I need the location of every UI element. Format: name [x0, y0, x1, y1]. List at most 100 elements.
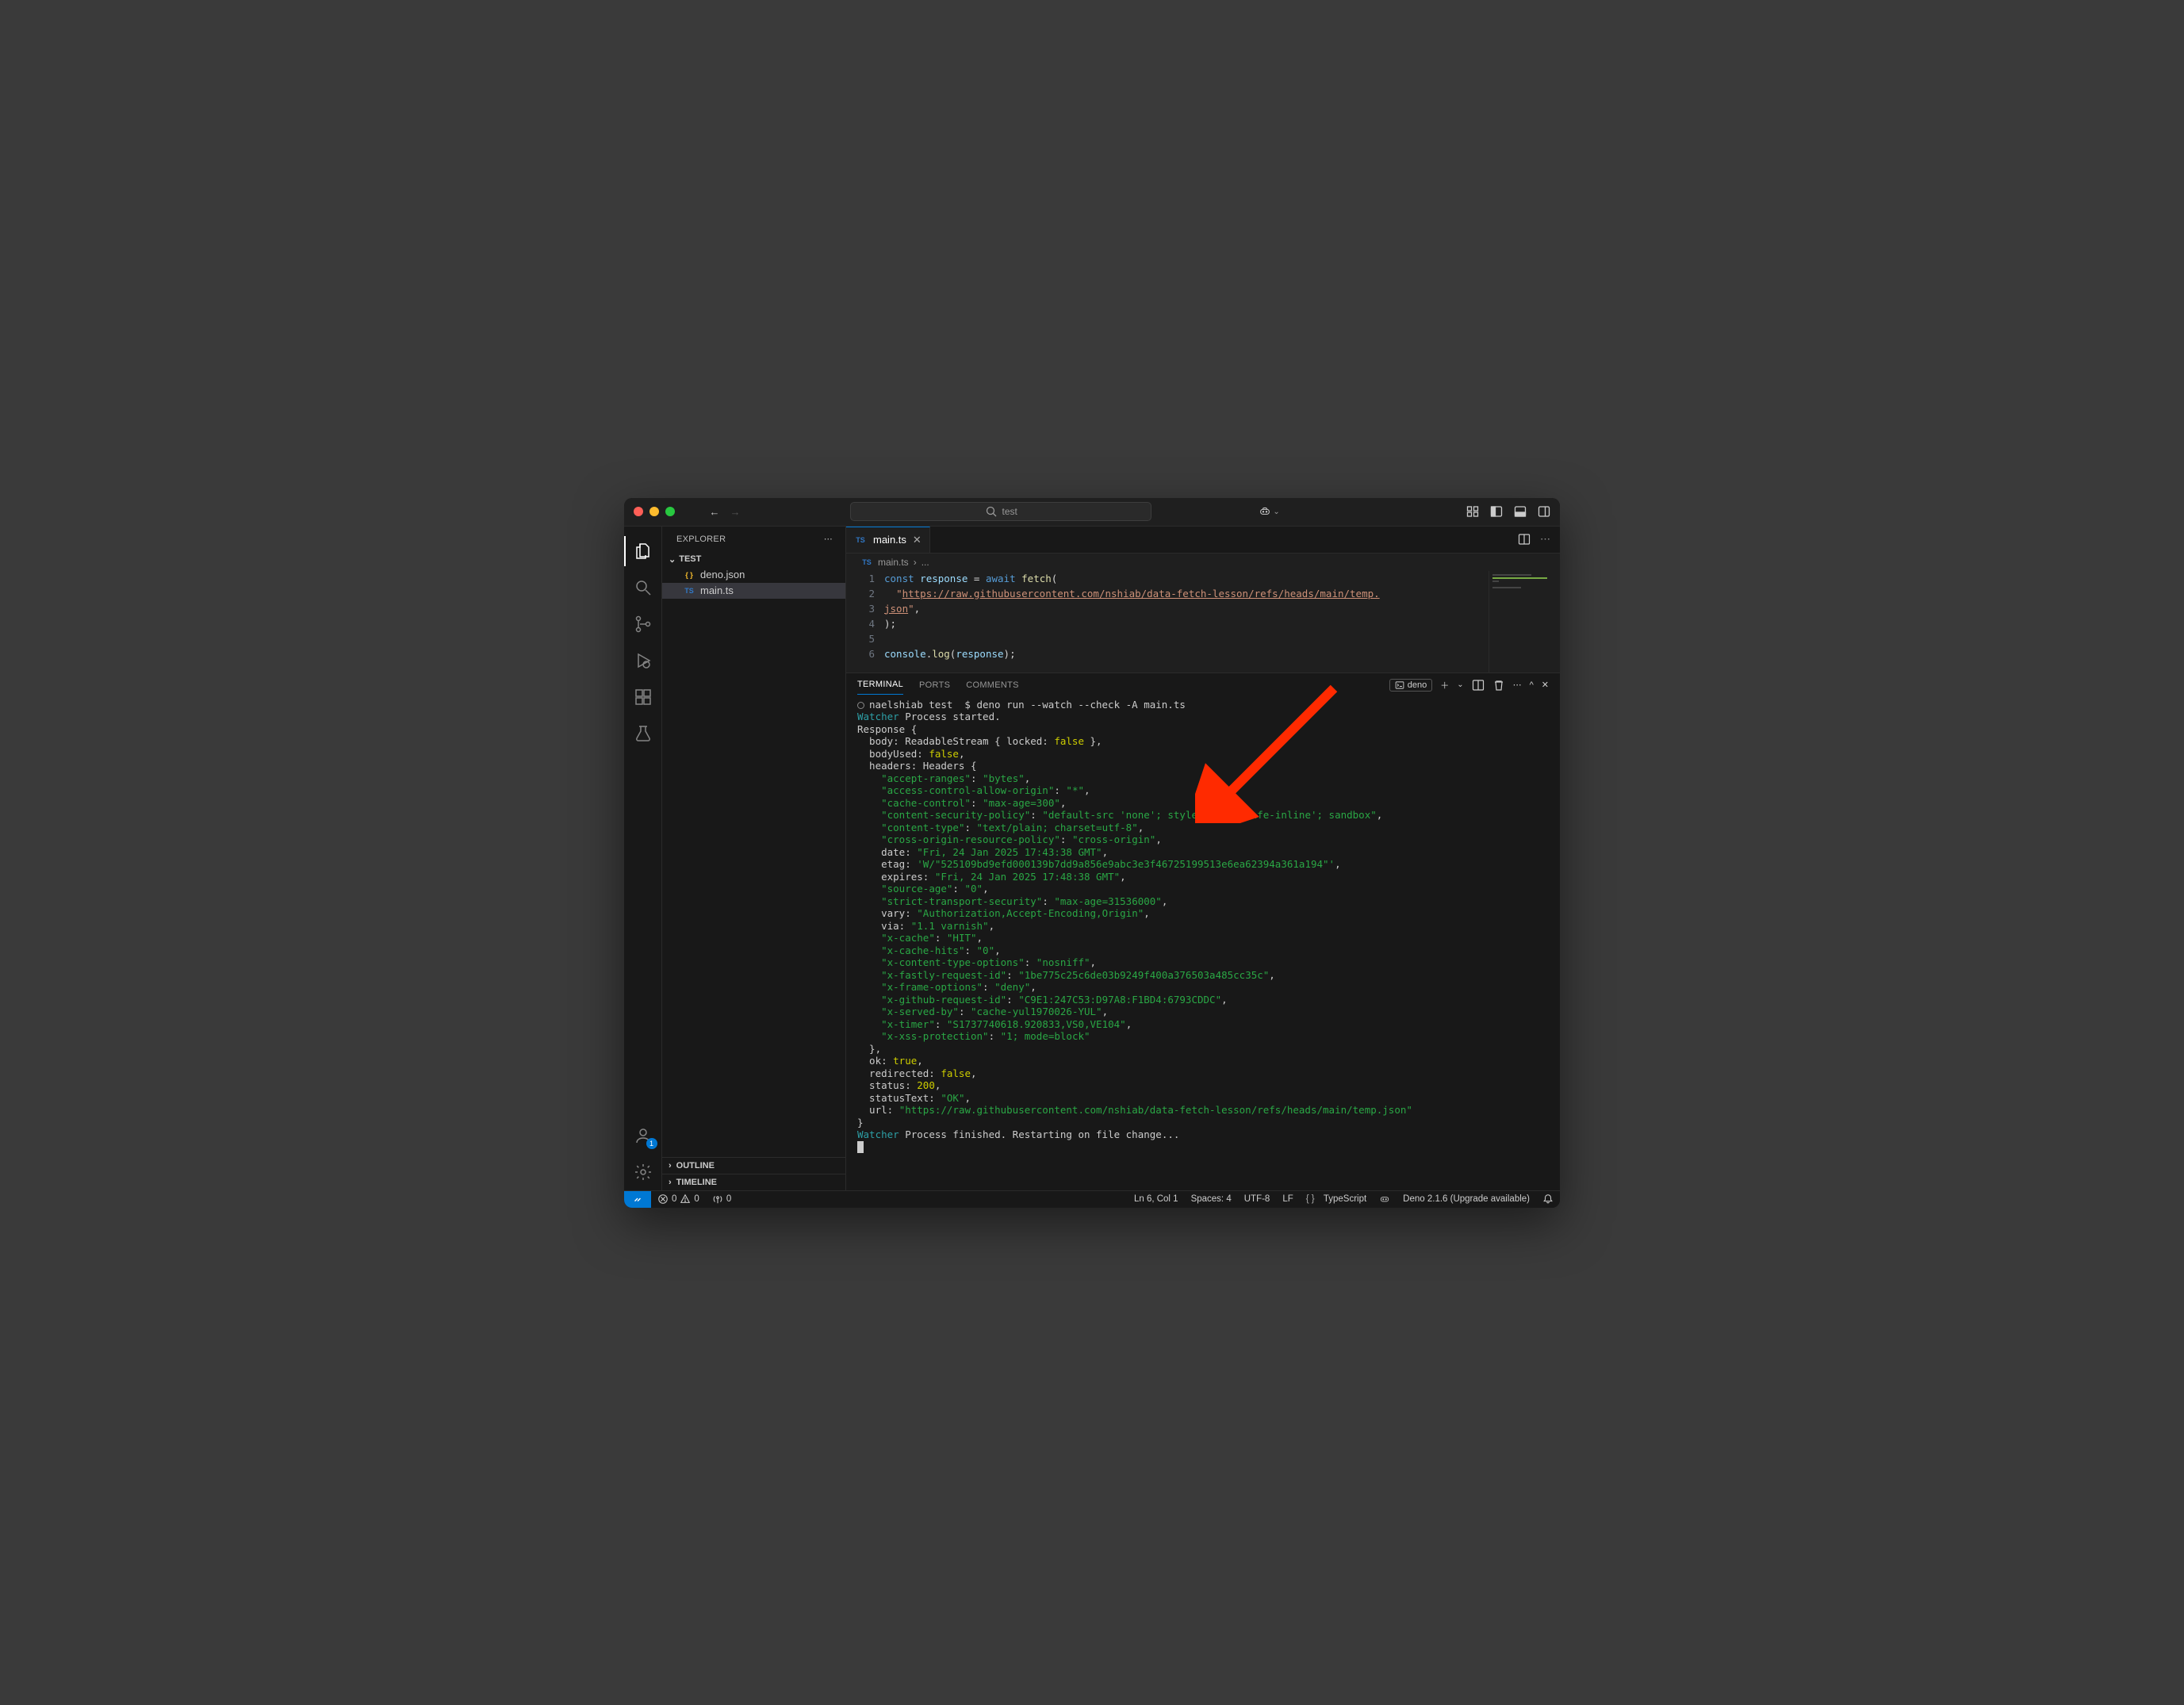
folder-header[interactable]: ⌄ TEST: [662, 552, 845, 567]
explorer-header: EXPLORER ⋯: [662, 527, 845, 552]
line-number: 6: [846, 646, 875, 661]
search-icon: [985, 505, 998, 518]
breadcrumb-sep: ›: [914, 557, 917, 568]
ts-file-icon: TS: [683, 584, 695, 597]
minimap[interactable]: [1489, 571, 1560, 672]
folder-name: TEST: [679, 554, 701, 564]
status-notifications[interactable]: [1536, 1194, 1560, 1205]
command-center-text: test: [1002, 506, 1017, 517]
error-icon: [657, 1194, 669, 1205]
nav-arrows: ← →: [707, 506, 743, 518]
maximize-panel-icon[interactable]: ^: [1530, 680, 1534, 690]
beaker-icon: [634, 724, 653, 743]
window-close-button[interactable]: [634, 507, 643, 516]
terminal-icon: [1395, 680, 1404, 690]
chevron-down-icon[interactable]: ⌄: [1457, 680, 1463, 689]
window-zoom-button[interactable]: [665, 507, 675, 516]
line-number: 2: [846, 586, 875, 601]
command-center[interactable]: test: [850, 502, 1151, 521]
outline-section[interactable]: › OUTLINE: [662, 1157, 845, 1174]
status-language[interactable]: { } TypeScript: [1300, 1194, 1373, 1204]
nav-back-button[interactable]: ←: [707, 506, 722, 518]
chevron-right-icon: ›: [669, 1178, 672, 1187]
close-panel-icon[interactable]: ✕: [1542, 680, 1549, 690]
json-file-icon: { }: [683, 569, 695, 581]
editor-more-icon[interactable]: ⋯: [1540, 533, 1550, 546]
activity-run-debug[interactable]: [624, 642, 662, 679]
remote-indicator[interactable]: [624, 1191, 651, 1208]
status-problems[interactable]: 0 0: [651, 1194, 706, 1205]
activity-explorer[interactable]: [624, 533, 662, 569]
kill-terminal-icon[interactable]: [1492, 679, 1505, 692]
gear-icon: [634, 1163, 653, 1182]
explorer-more-icon[interactable]: ⋯: [824, 534, 833, 544]
window-minimize-button[interactable]: [649, 507, 659, 516]
bell-icon: [1542, 1194, 1554, 1205]
editor-group: TS main.ts ✕ ⋯ TS main.ts › ... 1 2 3 4 …: [846, 527, 1560, 1190]
activity-accounts[interactable]: 1: [624, 1117, 662, 1154]
copilot-icon[interactable]: [1259, 505, 1271, 518]
tab-close-button[interactable]: ✕: [913, 534, 921, 546]
terminal-shell-dropdown[interactable]: deno: [1389, 679, 1432, 692]
toggle-panel-icon[interactable]: [1514, 505, 1527, 518]
panel-tabs: TERMINAL PORTS COMMENTS deno ＋ ⌄ ⋯ ^: [846, 673, 1560, 697]
warning-icon: [680, 1194, 691, 1205]
radio-tower-icon: [712, 1194, 723, 1205]
code-content[interactable]: const response = await fetch( "https://r…: [884, 571, 1489, 672]
file-item-main-ts[interactable]: TS main.ts: [662, 583, 845, 599]
editor-pane[interactable]: 1 2 3 4 5 6 const response = await fetch…: [846, 571, 1560, 672]
file-label: main.ts: [700, 584, 734, 596]
line-number: 3: [846, 601, 875, 616]
tab-bar: TS main.ts ✕ ⋯: [846, 527, 1560, 554]
tab-main-ts[interactable]: TS main.ts ✕: [846, 527, 930, 553]
traffic-lights: [634, 507, 675, 516]
line-number: 5: [846, 631, 875, 646]
split-editor-icon[interactable]: [1518, 533, 1531, 546]
activity-testing[interactable]: [624, 715, 662, 752]
panel-tab-terminal[interactable]: TERMINAL: [857, 675, 903, 695]
breadcrumb[interactable]: TS main.ts › ...: [846, 554, 1560, 571]
nav-forward-button[interactable]: →: [727, 506, 743, 518]
toggle-secondary-sidebar-icon[interactable]: [1538, 505, 1550, 518]
panel: TERMINAL PORTS COMMENTS deno ＋ ⌄ ⋯ ^: [846, 672, 1560, 1190]
source-control-icon: [634, 615, 653, 634]
terminal-output[interactable]: naelshiab test $ deno run --watch --chec…: [846, 697, 1560, 1190]
vscode-window: ← → test ⌄: [624, 498, 1560, 1208]
copilot-icon: [1379, 1194, 1390, 1205]
chevron-right-icon: ›: [669, 1161, 672, 1171]
remote-icon: [632, 1194, 643, 1205]
panel-more-icon[interactable]: ⋯: [1513, 680, 1522, 690]
port-count: 0: [726, 1194, 731, 1204]
split-terminal-icon[interactable]: [1472, 679, 1485, 692]
status-encoding[interactable]: UTF-8: [1238, 1194, 1277, 1204]
status-cursor-position[interactable]: Ln 6, Col 1: [1128, 1194, 1185, 1204]
timeline-section[interactable]: › TIMELINE: [662, 1174, 845, 1190]
status-eol[interactable]: LF: [1276, 1194, 1299, 1204]
status-copilot[interactable]: [1373, 1194, 1397, 1205]
error-count: 0: [672, 1194, 676, 1204]
file-item-deno-json[interactable]: { } deno.json: [662, 567, 845, 583]
ts-file-icon: TS: [860, 556, 873, 569]
titlebar: ← → test ⌄: [624, 498, 1560, 527]
chevron-down-icon[interactable]: ⌄: [1273, 508, 1279, 516]
explorer-sidebar: EXPLORER ⋯ ⌄ TEST { } deno.json TS main.…: [662, 527, 846, 1190]
activity-settings[interactable]: [624, 1154, 662, 1190]
status-indentation[interactable]: Spaces: 4: [1185, 1194, 1238, 1204]
new-terminal-button[interactable]: ＋: [1440, 679, 1449, 692]
panel-tab-comments[interactable]: COMMENTS: [966, 676, 1019, 695]
panel-tab-ports[interactable]: PORTS: [919, 676, 950, 695]
activity-source-control[interactable]: [624, 606, 662, 642]
editor-gutter: 1 2 3 4 5 6: [846, 571, 884, 672]
warning-count: 0: [694, 1194, 699, 1204]
layout-customize-icon[interactable]: [1466, 505, 1479, 518]
debug-icon: [634, 651, 653, 670]
activity-extensions[interactable]: [624, 679, 662, 715]
toggle-primary-sidebar-icon[interactable]: [1490, 505, 1503, 518]
ts-file-icon: TS: [854, 534, 867, 546]
files-icon: [634, 542, 653, 561]
status-deno[interactable]: Deno 2.1.6 (Upgrade available): [1397, 1194, 1536, 1204]
status-ports[interactable]: 0: [706, 1194, 738, 1205]
explorer-title: EXPLORER: [676, 534, 726, 544]
activity-search[interactable]: [624, 569, 662, 606]
status-bar: 0 0 0 Ln 6, Col 1 Spaces: 4 UTF-8 LF { }…: [624, 1190, 1560, 1208]
